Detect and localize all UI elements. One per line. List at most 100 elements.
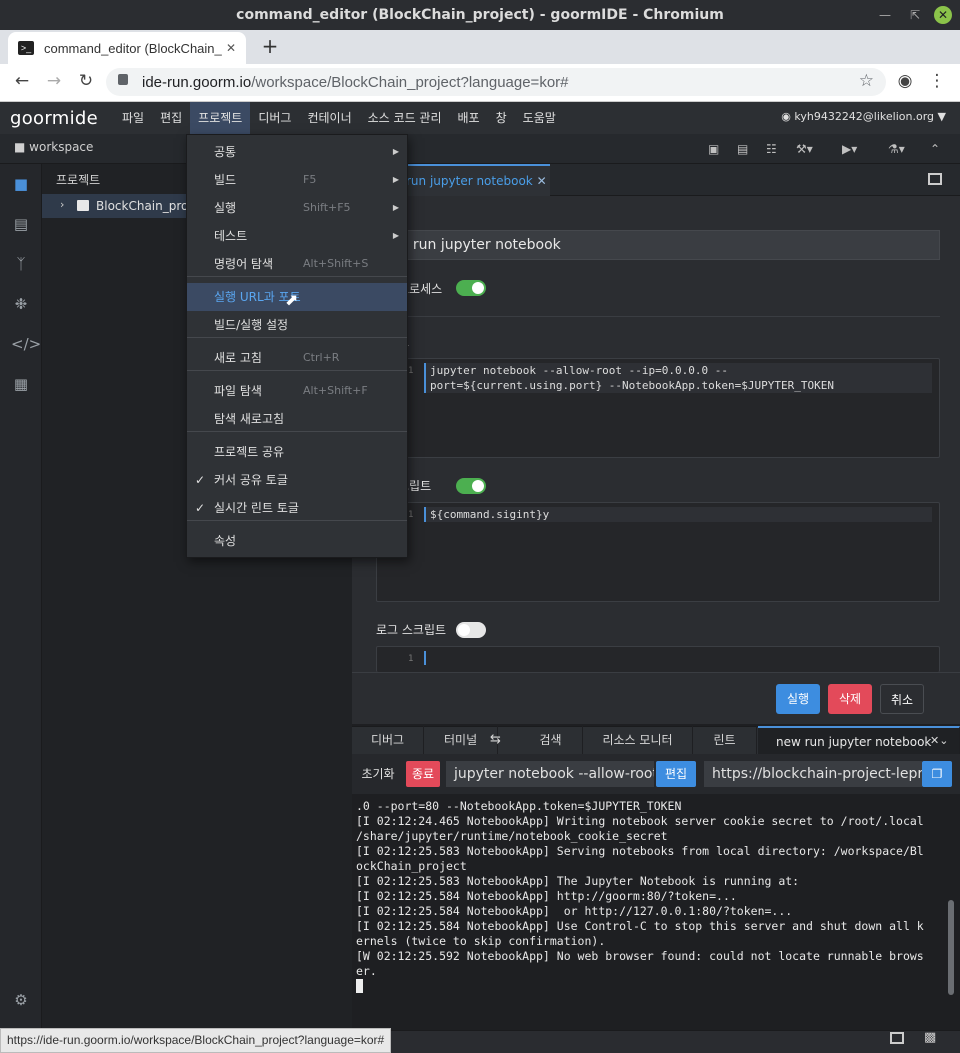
menu-window[interactable]: 창	[488, 102, 515, 134]
stop-script-toggle[interactable]	[456, 478, 486, 494]
workspace-breadcrumb[interactable]: ■ workspace	[14, 140, 93, 154]
menu-container[interactable]: 컨테이너	[299, 102, 359, 134]
run-url-field[interactable]: https://blockchain-project-lepr	[704, 761, 922, 787]
menu-debug[interactable]: 디버그	[250, 102, 299, 134]
tab-lint[interactable]: 린트	[693, 726, 757, 754]
close-window-icon[interactable]: ✕	[934, 6, 952, 24]
save-all-icon[interactable]: ▤	[737, 142, 748, 156]
user-account-menu[interactable]: ◉ kyh9432242@likelion.org ▼	[781, 110, 946, 123]
tab-debug[interactable]: 디버그	[352, 726, 424, 754]
menu-item-3[interactable]: 테스트 ▶	[187, 222, 407, 250]
editor-tab-label: run jupyter notebook	[406, 174, 533, 188]
split-view-icon[interactable]	[928, 173, 942, 185]
window-title-bar: command_editor (BlockChain_project) - go…	[0, 0, 960, 30]
chat-icon[interactable]: ▩	[924, 1030, 936, 1045]
workspace-label: workspace	[29, 140, 94, 154]
chevron-right-icon[interactable]: ›	[60, 198, 64, 211]
editor-tab-command[interactable]: run jupyter notebook ✕	[392, 164, 550, 196]
browser-menu-icon[interactable]: ⋮	[925, 70, 949, 92]
menu-item-9[interactable]: 탐색 새로고침	[187, 405, 407, 433]
forward-icon[interactable]: →	[42, 70, 66, 92]
menu-help[interactable]: 도움말	[515, 102, 564, 134]
delete-button[interactable]: 삭제	[828, 684, 872, 714]
restore-icon[interactable]: ⇱	[906, 6, 924, 24]
terminal-text: .0 --port=80 --NotebookApp.token=$JUPYTE…	[356, 799, 924, 978]
menu-deploy[interactable]: 배포	[450, 102, 488, 134]
pages-icon[interactable]: ▦	[11, 374, 31, 394]
menu-item-shortcut: F5	[303, 173, 317, 186]
edit-button[interactable]: 편집	[656, 761, 696, 787]
lock-icon	[118, 74, 128, 85]
log-script-editor[interactable]	[376, 646, 940, 672]
layout-icon[interactable]	[890, 1032, 904, 1044]
copy-icon[interactable]: ❐	[922, 761, 952, 787]
menu-project[interactable]: 프로젝트	[190, 102, 251, 134]
close-tab-icon[interactable]: ✕	[537, 174, 547, 188]
project-explorer-icon[interactable]: ■	[11, 174, 31, 194]
reload-icon[interactable]: ↻	[74, 70, 98, 92]
git-branch-icon[interactable]: ᛉ	[11, 254, 31, 274]
back-icon[interactable]: ←	[10, 70, 34, 92]
address-bar[interactable]: ide-run.goorm.io/workspace/BlockChain_pr…	[106, 68, 886, 96]
menu-separator	[187, 337, 407, 338]
submenu-arrow-icon: ▶	[392, 231, 399, 240]
wrench-icon[interactable]: ⚒▾	[796, 142, 813, 156]
refresh-icon[interactable]: ⇆	[490, 732, 501, 747]
terminal-scrollbar[interactable]	[948, 900, 954, 995]
project-folder-icon	[77, 200, 89, 211]
checkmark-icon: ✓	[195, 501, 206, 515]
menu-source-control[interactable]: 소스 코드 관리	[360, 102, 450, 134]
close-panel-tab-icon[interactable]: ✕⌄	[930, 734, 948, 747]
code-icon[interactable]: </>	[11, 334, 41, 354]
tab-resource-monitor[interactable]: 리소스 모니터	[583, 726, 693, 754]
bookmark-star-icon[interactable]: ☆	[859, 71, 874, 91]
menu-item-2[interactable]: 실행 Shift+F5 ▶	[187, 194, 407, 222]
log-script-toggle[interactable]	[456, 622, 486, 638]
menu-item-11[interactable]: ✓ 커서 공유 토글	[187, 466, 407, 494]
flask-icon[interactable]: ⚗▾	[888, 142, 905, 156]
process-toggle[interactable]	[456, 280, 486, 296]
menu-separator	[187, 370, 407, 371]
run-icon[interactable]: ▶▾	[842, 142, 857, 156]
menu-separator	[187, 276, 407, 277]
browser-tab[interactable]: >_ command_editor (BlockChain_ ✕	[8, 32, 246, 64]
submenu-arrow-icon: ▶	[392, 147, 399, 156]
menu-item-4[interactable]: 명령어 탐색 Alt+Shift+S	[187, 250, 407, 278]
bug-icon[interactable]: ❉	[11, 294, 31, 314]
close-tab-icon[interactable]: ✕	[226, 41, 236, 55]
menu-item-label: 탐색 새로고침	[214, 412, 285, 426]
minimize-icon[interactable]: —	[876, 6, 894, 24]
profile-icon[interactable]: ◉	[893, 70, 917, 92]
menu-file[interactable]: 파일	[114, 102, 152, 134]
new-tab-button[interactable]: +	[258, 34, 282, 58]
menu-item-1[interactable]: 빌드 F5 ▶	[187, 166, 407, 194]
menu-separator	[187, 520, 407, 521]
briefcase-icon: ■	[14, 140, 26, 154]
collapse-icon[interactable]: ⌃	[930, 142, 940, 156]
run-button[interactable]: 실행	[776, 684, 820, 714]
command-name-input[interactable]: w run jupyter notebook	[376, 230, 940, 260]
menu-item-0[interactable]: 공통 ▶	[187, 138, 407, 166]
reset-button[interactable]: 초기화	[356, 761, 400, 787]
cancel-button[interactable]: 취소	[880, 684, 924, 714]
tab-terminal[interactable]: 터미널	[424, 726, 498, 754]
menu-item-10[interactable]: 프로젝트 공유	[187, 438, 407, 466]
menu-edit[interactable]: 편집	[152, 102, 190, 134]
menu-item-7[interactable]: 새로 고침 Ctrl+R	[187, 344, 407, 372]
menu-item-12[interactable]: ✓ 실시간 린트 토글	[187, 494, 407, 522]
menu-item-8[interactable]: 파일 탐색 Alt+Shift+F	[187, 377, 407, 405]
run-script-code: jupyter notebook --allow-root --ip=0.0.0…	[430, 363, 834, 393]
search-file-icon[interactable]: ☷	[766, 142, 777, 156]
save-icon[interactable]: ▣	[708, 142, 719, 156]
menu-item-13[interactable]: 속성	[187, 527, 407, 555]
settings-gear-icon[interactable]: ⚙	[11, 990, 31, 1010]
tab-search[interactable]: 검색	[519, 726, 583, 754]
command-field[interactable]: jupyter notebook --allow-root	[446, 761, 654, 787]
menu-item-6[interactable]: 빌드/실행 설정	[187, 311, 407, 339]
terminal-cursor	[356, 979, 363, 993]
outline-icon[interactable]: ▤	[11, 214, 31, 234]
mouse-pointer-icon: ⬈	[285, 290, 299, 309]
stop-button[interactable]: 종료	[406, 761, 440, 787]
goormide-logo: goormide	[10, 107, 98, 129]
user-email: kyh9432242@likelion.org	[794, 110, 935, 123]
